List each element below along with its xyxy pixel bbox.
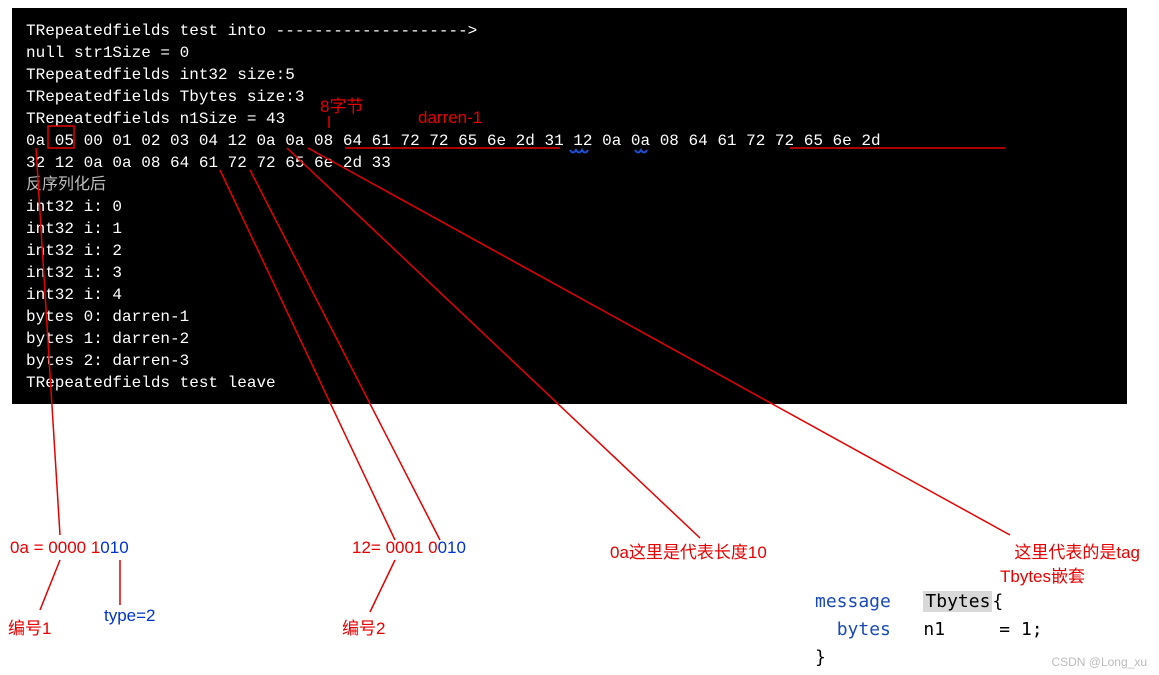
kw-message: message xyxy=(815,591,891,612)
code-line2: bytes n1 = 1; xyxy=(815,616,1043,644)
kw-bytes: bytes xyxy=(837,619,891,640)
annotation-svg xyxy=(0,0,1159,675)
brace-open: { xyxy=(992,591,1003,612)
code-snippet: message Tbytes{ bytes n1 = 1; } xyxy=(815,588,1043,672)
field-n1: n1 xyxy=(923,619,945,640)
code-line3: } xyxy=(815,644,1043,672)
assign-1: = 1; xyxy=(999,619,1042,640)
code-line1: message Tbytes{ xyxy=(815,588,1043,616)
watermark: CSDN @Long_xu xyxy=(1051,655,1147,669)
type-tbytes: Tbytes xyxy=(923,591,992,612)
